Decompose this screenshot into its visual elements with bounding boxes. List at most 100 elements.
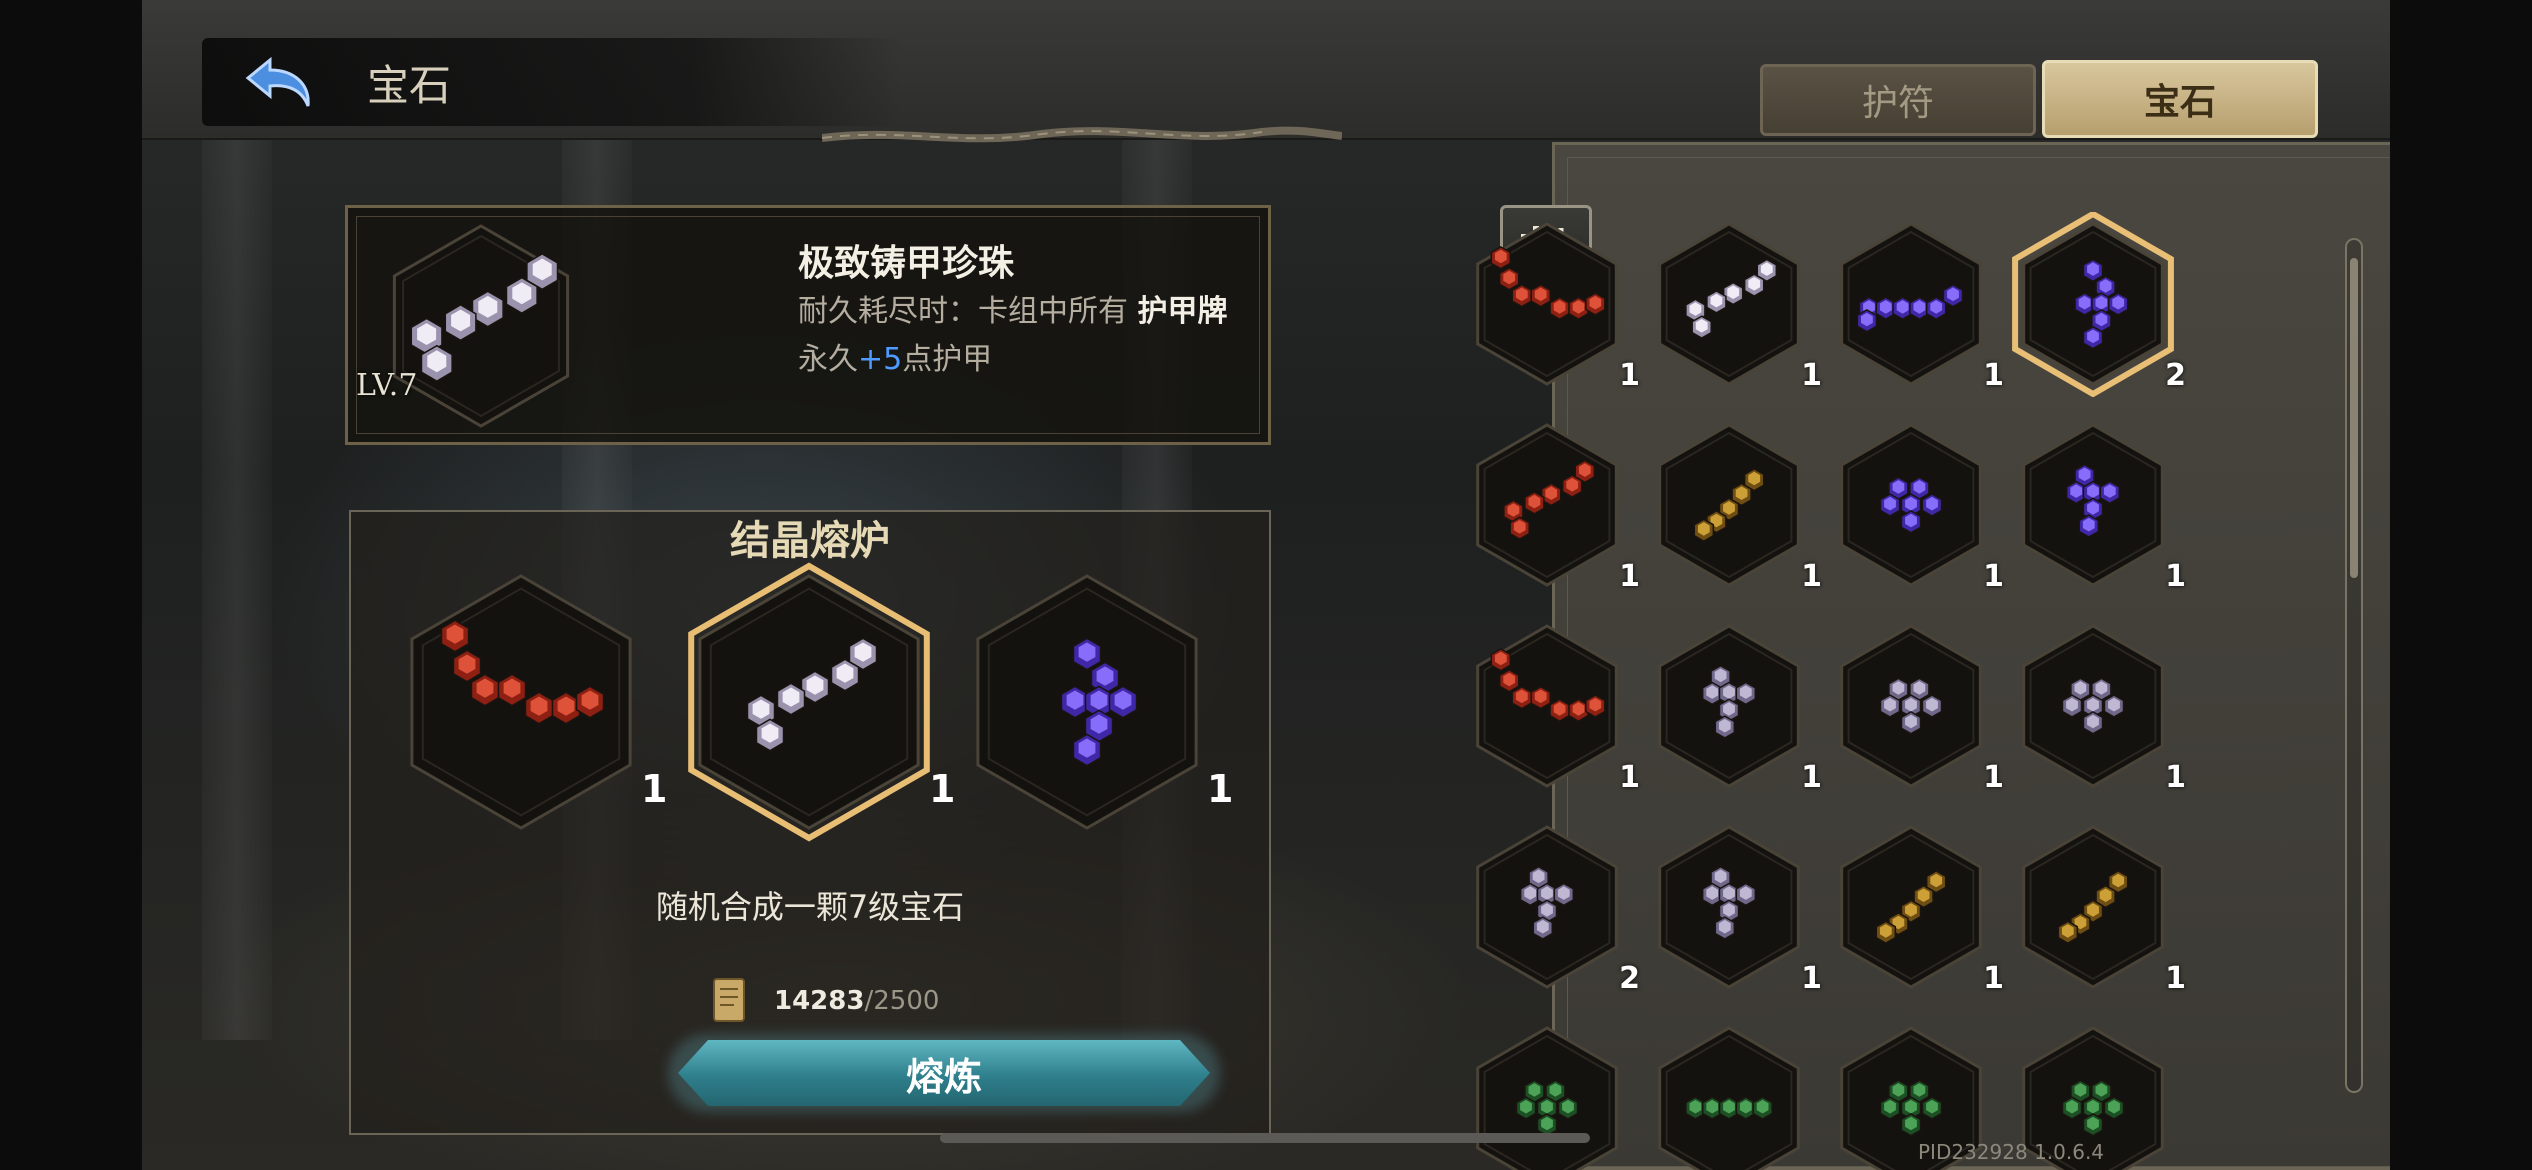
inventory-slot[interactable]: 1 [1644, 815, 1822, 1000]
inventory-slot[interactable]: 1 [1462, 614, 1640, 799]
gem-level: LV.7 [356, 368, 418, 403]
scrollbar-thumb[interactable] [2350, 258, 2358, 578]
gem-screen: 宝石 护符 宝石 极致铸甲珍珠 耐久耗尽时：卡组中所有 护甲牌 永久+5点护甲 … [142, 0, 2390, 1170]
gem-socket-art [1840, 423, 1982, 587]
purple-gem-icon [1879, 493, 1901, 517]
furnace-slot-2[interactable]: 1 [688, 562, 955, 842]
inventory-slot[interactable]: 2 [1462, 815, 1640, 1000]
desc-text: 耐久耗尽时：卡组中所有 [798, 294, 1138, 329]
background-pillar [202, 140, 272, 1040]
purple-gem-icon [1072, 637, 1102, 671]
tab-amulet[interactable]: 护符 [1760, 64, 2036, 136]
inventory-slot[interactable]: 1 [1826, 212, 2004, 397]
inventory-slot[interactable]: 1 [1826, 815, 2004, 1000]
white-gem-icon [1743, 273, 1765, 297]
red-gem-icon [1511, 685, 1533, 710]
red-gem-icon [1490, 648, 1512, 672]
red-gem-icon [452, 649, 482, 683]
purple-gem-icon [2082, 258, 2104, 283]
inventory-slot[interactable]: 1 [1462, 212, 1640, 397]
lavender-gem-icon [1532, 916, 1554, 940]
green-gem-icon [2061, 1096, 2083, 1120]
inventory-slot-count: 1 [1983, 961, 2004, 996]
gem-socket-art [1476, 222, 1618, 386]
gem-socket-art [1840, 222, 1982, 386]
lavender-gem-icon [1714, 715, 1736, 739]
smelt-button[interactable]: 熔炼 [678, 1040, 1210, 1106]
back-button[interactable] [242, 48, 322, 118]
lavender-gem-icon [2061, 694, 2083, 718]
inventory-slot[interactable] [1462, 1016, 1632, 1170]
purple-gem-icon [1060, 685, 1090, 719]
inventory-slot[interactable] [1644, 1016, 1814, 1170]
inventory-slot[interactable]: 1 [1644, 212, 1822, 397]
red-gem-icon [1585, 292, 1606, 316]
inventory-slot[interactable]: 1 [1826, 413, 2004, 598]
gem-socket-art [1658, 624, 1800, 788]
inventory-slot[interactable]: 1 [1644, 614, 1822, 799]
desc-keyword: 护甲牌 [1137, 294, 1228, 329]
lavender-gem-icon [1735, 882, 1757, 907]
red-gem-icon [1524, 491, 1545, 515]
furnace-slot-1[interactable]: 1 [410, 574, 668, 830]
inventory-slot-count: 1 [2165, 559, 2186, 594]
desc-text: 点护甲 [902, 342, 993, 377]
inventory-slot[interactable]: 1 [2008, 815, 2186, 1000]
red-gem-icon [1490, 246, 1512, 270]
green-gem-icon [2082, 1113, 2104, 1137]
furnace-hint: 随机合成一颗7级宝石 [655, 888, 965, 926]
inventory-slot[interactable]: 1 [1462, 413, 1640, 598]
purple-gem-icon [1921, 493, 1943, 517]
white-gem-icon [800, 670, 830, 704]
gem-detail-panel: 极致铸甲珍珠 耐久耗尽时：卡组中所有 护甲牌 永久+5点护甲 [345, 205, 1271, 445]
inventory-slot[interactable]: 1 [1826, 614, 2004, 799]
red-gem-icon [1585, 694, 1606, 718]
inventory-slot[interactable]: 1 [2008, 614, 2186, 799]
red-gem-icon [1530, 283, 1551, 308]
white-gem-icon [776, 682, 806, 716]
gem-socket-art [1476, 825, 1618, 989]
lavender-gem-icon [1900, 711, 1922, 735]
furnace-slot-count: 1 [929, 767, 955, 811]
lavender-gem-icon [1714, 916, 1736, 940]
inventory-slot[interactable]: 1 [2008, 413, 2186, 598]
red-gem-icon [497, 673, 527, 707]
inventory-slot-count: 1 [1983, 559, 2004, 594]
inventory-slot-count: 1 [1619, 559, 1640, 594]
gem-detail-icon [392, 224, 570, 428]
inventory-slot-count: 1 [2165, 961, 2186, 996]
green-gem-icon [1752, 1096, 1773, 1120]
red-gem-icon [1561, 474, 1583, 498]
gold-gem-icon [1693, 518, 1715, 542]
gem-socket-art [1476, 624, 1618, 788]
gem-socket-art [1476, 1026, 1618, 1170]
gem-socket-art [1840, 825, 1982, 989]
gem-name: 极致铸甲珍珠 [798, 243, 1015, 284]
inventory-slot-count: 1 [1619, 760, 1640, 795]
lavender-gem-icon [1553, 882, 1575, 907]
furnace-slot-3[interactable]: 1 [976, 574, 1234, 830]
inventory-slot-count: 1 [2165, 760, 2186, 795]
tab-gem[interactable]: 宝石 [2042, 60, 2318, 138]
inventory-slot[interactable]: 1 [1644, 413, 1822, 598]
red-gem-icon [440, 619, 470, 653]
lavender-gem-icon [1735, 681, 1757, 706]
purple-gem-icon [2107, 292, 2129, 316]
red-gem-icon [575, 685, 605, 719]
red-gem-icon [1530, 685, 1551, 710]
gem-description: 耐久耗尽时：卡组中所有 护甲牌 永久+5点护甲 [798, 288, 1258, 384]
inventory-slot[interactable]: 2 [2008, 210, 2186, 398]
desc-bonus: +5 [858, 342, 903, 377]
gem-socket-art [1476, 423, 1618, 587]
inventory-slot-count: 1 [1801, 760, 1822, 795]
furnace-slot-count: 1 [1207, 767, 1233, 811]
page-title: 宝石 [367, 61, 452, 110]
inventory-slot-count: 2 [2165, 358, 2186, 393]
furnace-title: 结晶熔炉 [730, 517, 890, 564]
scroll-icon [713, 978, 745, 1022]
lavender-gem-icon [2082, 711, 2104, 735]
cost-current: 14283 [774, 986, 865, 1016]
white-gem-icon [1691, 315, 1712, 339]
desc-text: 永久 [798, 342, 858, 377]
home-indicator[interactable] [940, 1133, 1590, 1143]
